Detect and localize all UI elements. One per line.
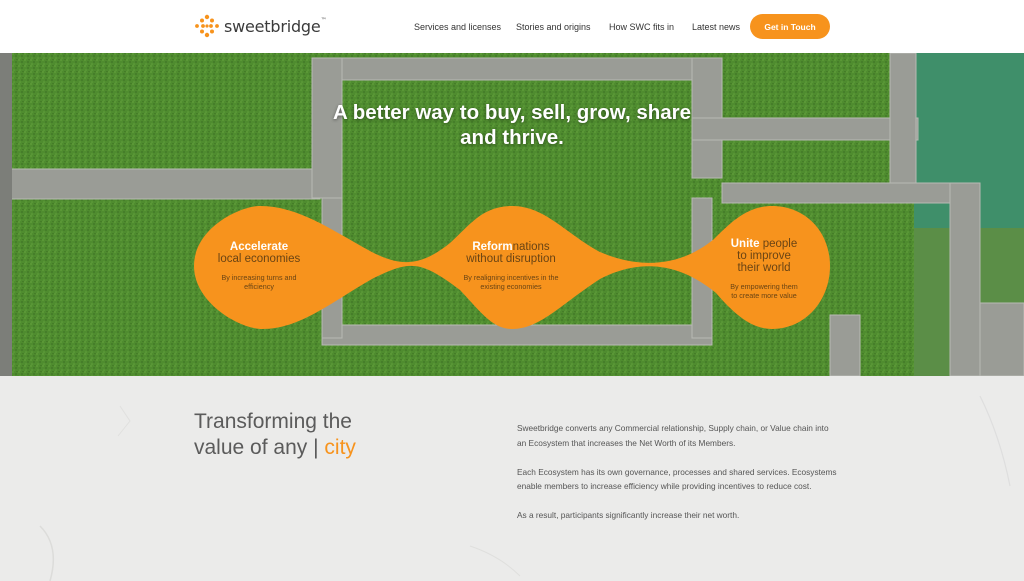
card-reform-desc: By realigning incentives in the existing…	[463, 273, 559, 291]
site-header: sweetbridge™ Services and licenses Stori…	[0, 0, 1024, 53]
nav-stories[interactable]: Stories and origins	[516, 0, 591, 53]
card-reform-lead: Reform	[472, 241, 513, 253]
card-unite: Unite people to improve their world By e…	[712, 238, 816, 300]
card-unite-desc: By empowering them to create more value	[730, 282, 798, 300]
brand-logo[interactable]: sweetbridge™	[194, 13, 327, 39]
body-paragraph: Sweetbridge converts any Commercial rela…	[517, 423, 829, 448]
rotating-word: city	[324, 436, 356, 459]
nav-link-stories[interactable]: Stories and origins	[516, 22, 591, 32]
card-accelerate-lead-sub: local economies	[217, 253, 301, 265]
body-paragraph: As a result, participants significantly …	[517, 510, 740, 520]
nav-swc[interactable]: How SWC fits in	[609, 0, 674, 53]
nav-link-news[interactable]: Latest news	[692, 22, 740, 32]
value-flow-shape	[194, 206, 830, 329]
nav-link-swc[interactable]: How SWC fits in	[609, 22, 674, 32]
get-in-touch-button[interactable]: Get in Touch	[750, 14, 830, 39]
sweetbridge-logo-icon	[195, 14, 219, 38]
body-paragraph: Each Ecosystem has its own governance, p…	[517, 466, 837, 492]
nav-news[interactable]: Latest news	[692, 0, 740, 53]
section-title: Transforming the value of any | city	[194, 410, 356, 459]
transforming-section: Transforming the value of any | city Swe…	[0, 376, 1024, 581]
card-unite-lead: Unite	[730, 238, 760, 250]
brand-name: sweetbridge™	[224, 16, 327, 36]
nav-link-services[interactable]: Services and licenses	[414, 22, 501, 32]
hero-section: A better way to buy, sell, grow, share a…	[0, 53, 1024, 376]
paper-texture-background	[0, 376, 1024, 581]
card-accelerate: Accelerate local economies By increasing…	[200, 241, 318, 291]
card-accelerate-lead: Accelerate	[229, 241, 289, 253]
card-reform: Reformnations without disruption By real…	[450, 241, 572, 291]
section-body: Sweetbridge converts any Commercial rela…	[517, 421, 837, 537]
nav-services[interactable]: Services and licenses	[414, 0, 501, 53]
card-accelerate-desc: By increasing turns and efficiency	[221, 273, 297, 291]
